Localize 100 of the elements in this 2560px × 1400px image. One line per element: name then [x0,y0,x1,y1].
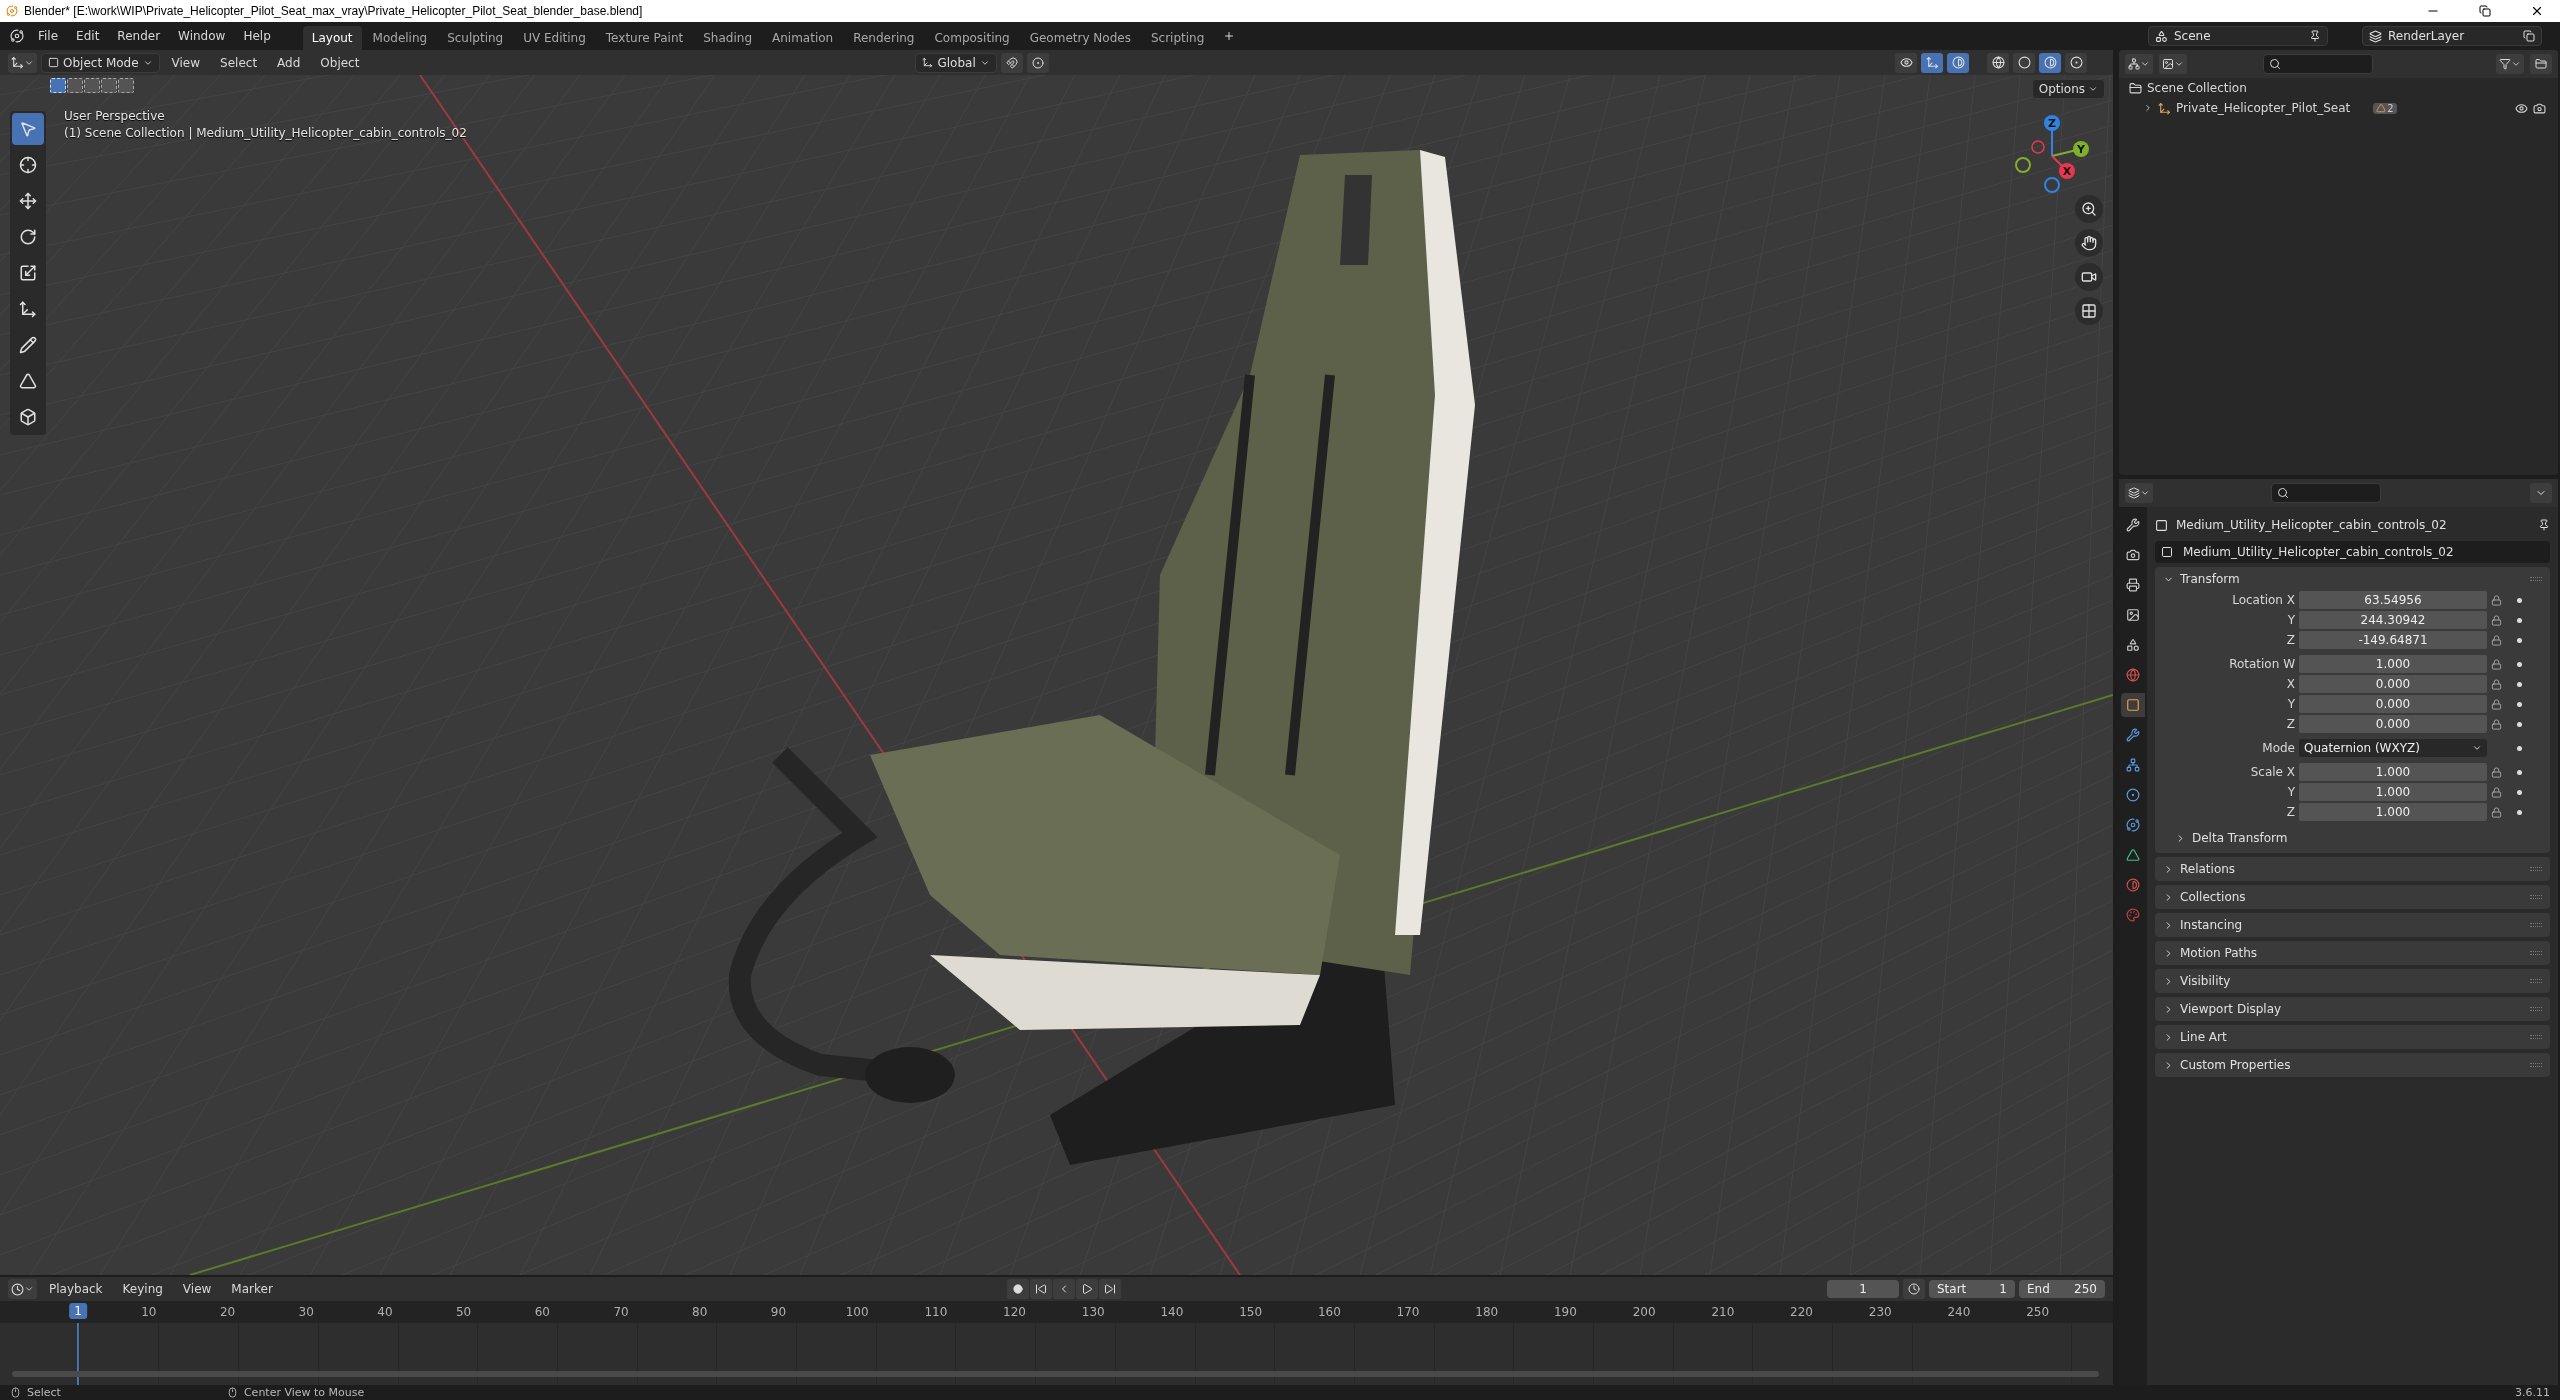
lock-icon[interactable] [2491,786,2502,798]
menu-item[interactable]: Help [235,25,279,47]
play-button[interactable] [1075,1279,1098,1299]
menu-item[interactable]: Add [269,51,309,74]
number-field[interactable]: 0.000 [2299,715,2487,733]
keyframe-dot[interactable] [2517,789,2522,795]
selection-mode-button[interactable] [50,78,66,93]
keyframe-dot[interactable] [2517,745,2522,751]
keyframe-dot[interactable] [2517,701,2522,707]
panel-header[interactable]: Line Art [2155,1025,2550,1049]
panel-header[interactable]: Collections [2155,885,2550,909]
panel-header[interactable]: Custom Properties [2155,1053,2550,1077]
panel-header[interactable]: Relations [2155,857,2550,881]
panel-header[interactable]: Motion Paths [2155,941,2550,965]
outliner-item[interactable]: Private_Helicopter_Pilot_Seat [2176,101,2351,115]
lock-icon[interactable] [2491,806,2502,818]
search-field[interactable] [2271,483,2381,503]
pan-button[interactable] [2075,229,2103,257]
proportional-edit-button[interactable] [1026,52,1049,73]
start-frame-field[interactable]: Start 1 [1929,1280,2015,1298]
selection-mode-button[interactable] [67,78,83,93]
scene-selector[interactable]: Scene [2148,26,2328,46]
play-reverse-button[interactable] [1052,1279,1075,1299]
number-field[interactable]: 1.000 [2299,763,2487,781]
orientation-dropdown[interactable]: Global [915,52,997,73]
lock-icon[interactable] [2491,594,2502,606]
lock-icon[interactable] [2491,658,2502,670]
workspace-tab[interactable]: Texture Paint [596,26,693,50]
number-field[interactable]: 0.000 [2299,675,2487,693]
menu-item[interactable]: Edit [68,25,108,47]
editor-type-button[interactable] [8,52,37,73]
menu-item[interactable]: Marker [223,1278,281,1300]
workspace-tab[interactable]: Modeling [363,26,437,50]
visibility-button[interactable] [1895,52,1917,73]
number-field[interactable]: 1.000 [2299,655,2487,673]
outliner-item[interactable]: Scene Collection [2147,81,2247,95]
filter-button[interactable] [2496,54,2524,74]
shading-button[interactable] [2013,52,2035,73]
keyframe-dot[interactable] [2517,617,2522,623]
panel-header[interactable]: Transform [2155,567,2550,591]
number-field[interactable]: 63.54956 [2299,591,2487,609]
number-field[interactable]: 1.000 [2299,783,2487,801]
overlay-toggle-button[interactable] [1947,52,1969,73]
workspace-tab[interactable]: Sculpting [438,26,513,50]
menu-item[interactable]: Keying [114,1278,171,1300]
number-field[interactable]: 0.000 [2299,695,2487,713]
panel-header[interactable]: Viewport Display [2155,997,2550,1021]
display-mode-button[interactable] [2125,54,2153,74]
options-button[interactable]: Options [2031,79,2105,99]
lock-icon[interactable] [2491,634,2502,646]
keyframe-dot[interactable] [2517,661,2522,667]
keyframe-dot[interactable] [2517,637,2522,643]
panel-header[interactable]: Visibility [2155,969,2550,993]
filter-view-button[interactable] [2159,54,2187,74]
mode-dropdown[interactable]: Quaternion (WXYZ) [2299,739,2487,757]
record-button[interactable] [1006,1279,1029,1299]
preview-range-button[interactable] [1903,1279,1925,1299]
workspace-tab[interactable]: Scripting [1141,26,1214,50]
shading-button[interactable] [2039,52,2061,73]
scrollbar[interactable] [12,1371,2099,1377]
lock-icon[interactable] [2491,698,2502,710]
keyframe-dot[interactable] [2517,721,2522,727]
workspace-tab[interactable]: Animation [763,26,843,50]
snap-button[interactable] [1000,52,1023,73]
workspace-tab[interactable]: Rendering [844,26,924,50]
selection-mode-button[interactable] [101,78,117,93]
menu-item[interactable]: File [30,25,67,47]
pin-icon[interactable] [2538,519,2550,531]
options-dropdown[interactable] [2530,483,2552,503]
number-field[interactable]: 1.000 [2299,803,2487,821]
lock-icon[interactable] [2491,614,2502,626]
mode-dropdown[interactable]: Object Mode [41,52,160,73]
menu-item[interactable]: Playback [41,1278,111,1300]
end-frame-field[interactable]: End 250 [2019,1280,2105,1298]
shading-button[interactable] [2065,52,2087,73]
workspace-tab[interactable]: Geometry Nodes [1020,26,1140,50]
view-layer-selector[interactable]: RenderLayer [2362,26,2542,46]
menu-item[interactable]: Window [170,25,234,47]
lock-icon[interactable] [2491,766,2502,778]
new-collection-button[interactable] [2530,54,2552,74]
number-field[interactable]: -149.64871 [2299,631,2487,649]
subpanel-header[interactable]: Delta Transform [2155,827,2550,849]
gizmo-toggle-button[interactable] [1921,52,1943,73]
workspace-tab[interactable]: Layout [302,26,362,50]
lock-icon[interactable] [2491,718,2502,730]
projection-button[interactable] [2075,297,2103,325]
workspace-tab[interactable]: Compositing [925,26,1019,50]
panel-header[interactable]: Instancing [2155,913,2550,937]
current-frame-field[interactable]: 1 [1827,1280,1899,1298]
menu-item[interactable]: Object [312,51,368,74]
selection-mode-button[interactable] [84,78,100,93]
shading-button[interactable] [1987,52,2009,73]
keyframe-dot[interactable] [2517,809,2522,815]
camera-view-button[interactable] [2075,263,2103,291]
eye-icon[interactable] [2515,101,2528,115]
menu-item[interactable]: View [174,1278,220,1300]
object-name-field[interactable]: Medium_Utility_Helicopter_cabin_controls_02 [2155,541,2550,563]
keyframe-dot[interactable] [2517,597,2522,603]
editor-type-button[interactable] [2125,483,2153,503]
camera-icon[interactable] [2533,101,2546,115]
